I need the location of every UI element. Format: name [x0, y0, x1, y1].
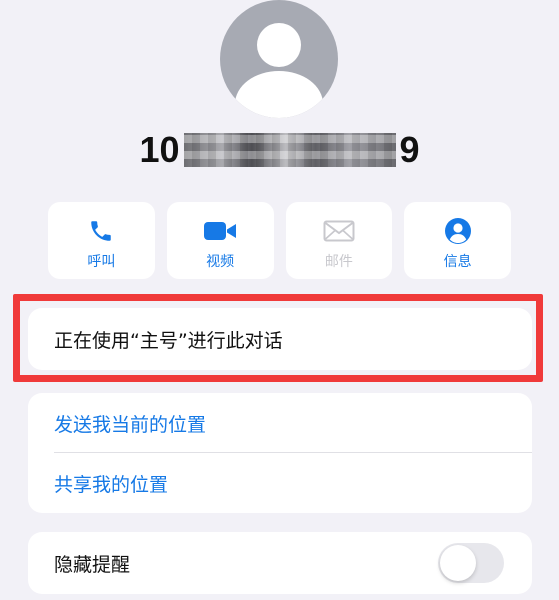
video-button[interactable]: 视频	[166, 202, 274, 279]
contact-actions: 呼叫 视频 邮件 信息	[48, 202, 511, 279]
person-circle-icon	[441, 216, 475, 246]
contact-phone-number: 10 9	[0, 127, 559, 173]
message-info-label: 信息	[443, 254, 472, 270]
envelope-icon	[322, 216, 356, 246]
send-current-location-button[interactable]: 发送我当前的位置	[28, 393, 532, 453]
phone-icon	[84, 216, 118, 246]
video-camera-icon	[203, 216, 237, 246]
mail-label: 邮件	[324, 254, 353, 270]
hide-alerts-label: 隐藏提醒	[54, 553, 131, 576]
share-location-button[interactable]: 共享我的位置	[28, 453, 532, 513]
send-current-location-label: 发送我当前的位置	[54, 413, 207, 436]
call-button[interactable]: 呼叫	[48, 202, 155, 279]
person-silhouette-icon	[235, 23, 323, 118]
hide-alerts-toggle[interactable]	[438, 543, 504, 583]
toggle-knob	[440, 545, 476, 581]
location-card: 发送我当前的位置 共享我的位置	[28, 393, 532, 513]
phone-number-suffix: 9	[399, 129, 420, 170]
mail-button[interactable]: 邮件	[285, 202, 393, 279]
conversation-line-text: 正在使用“主号”进行此对话	[54, 329, 283, 352]
video-label: 视频	[206, 254, 235, 270]
contact-avatar[interactable]	[220, 0, 338, 118]
message-info-button[interactable]: 信息	[404, 202, 511, 279]
call-label: 呼叫	[87, 254, 116, 270]
share-location-label: 共享我的位置	[54, 473, 169, 496]
phone-number-redaction	[183, 133, 396, 167]
phone-number-prefix: 10	[139, 129, 180, 170]
conversation-line-card[interactable]: 正在使用“主号”进行此对话	[28, 308, 532, 370]
hide-alerts-card: 隐藏提醒	[28, 532, 532, 594]
